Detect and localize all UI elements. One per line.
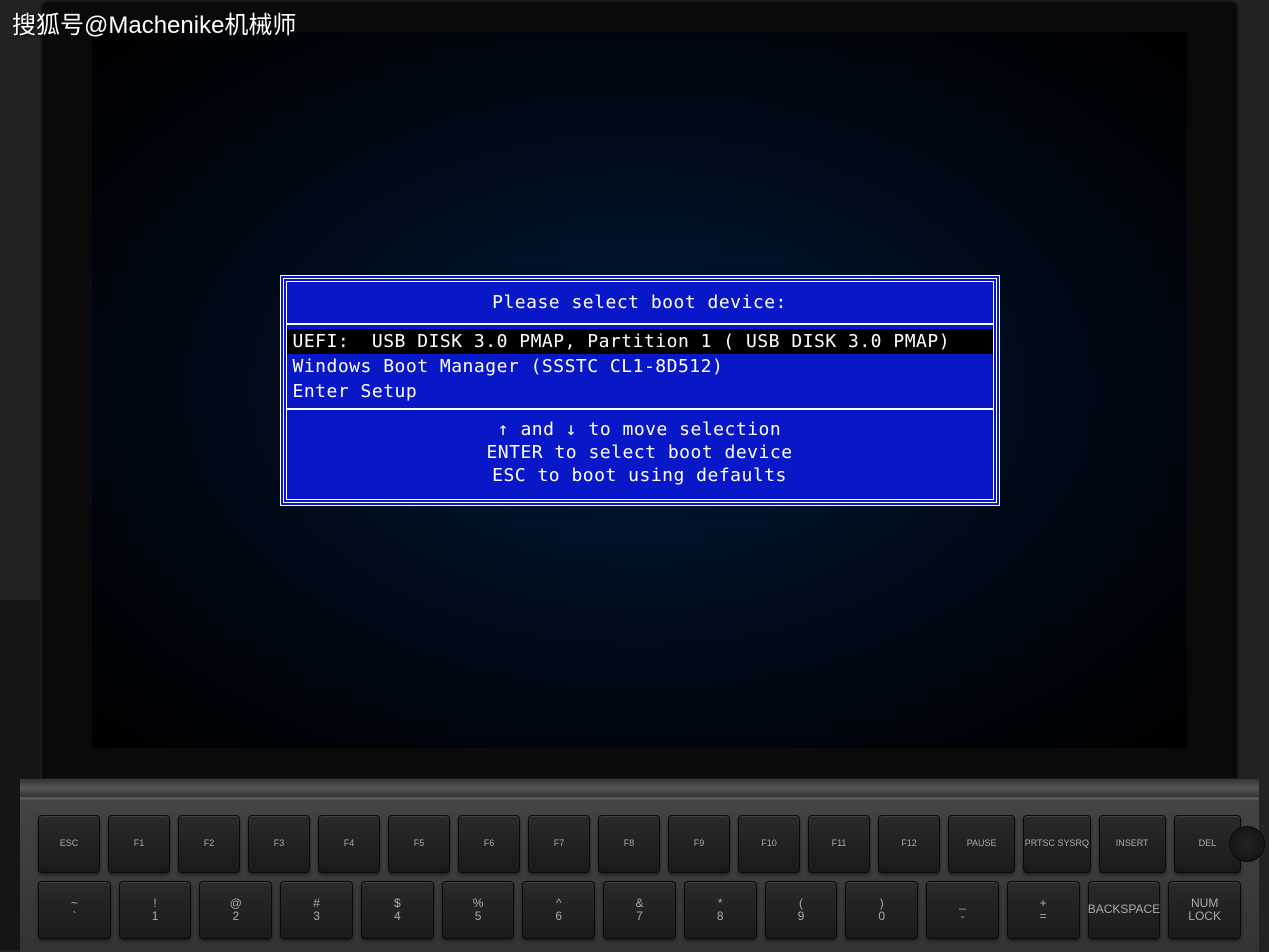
- key-8: *8: [684, 881, 757, 939]
- key-f5: F5: [388, 815, 450, 873]
- key-prtsc-sysrq: PRTSC SYSRQ: [1023, 815, 1090, 873]
- laptop-keyboard: ESCF1F2F3F4F5F6F7F8F9F10F11F12PAUSEPRTSC…: [20, 797, 1259, 952]
- key-3: #3: [280, 881, 353, 939]
- key-1: !1: [119, 881, 192, 939]
- key-f6: F6: [458, 815, 520, 873]
- laptop-screen: Please select boot device: UEFI: USB DIS…: [92, 32, 1187, 748]
- key-f7: F7: [528, 815, 590, 873]
- bios-title: Please select boot device:: [287, 282, 993, 325]
- key-`: ~`: [38, 881, 111, 939]
- instruction-enter: ENTER to select boot device: [287, 441, 993, 464]
- bios-options-list: UEFI: USB DISK 3.0 PMAP, Partition 1 ( U…: [287, 325, 993, 410]
- key-insert: INSERT: [1099, 815, 1166, 873]
- key-pause: PAUSE: [948, 815, 1015, 873]
- key-f1: F1: [108, 815, 170, 873]
- key-0: )0: [845, 881, 918, 939]
- key-f11: F11: [808, 815, 870, 873]
- key-4: $4: [361, 881, 434, 939]
- laptop-hinge: [20, 779, 1259, 797]
- bios-instructions: ↑ and ↓ to move selection ENTER to selec…: [287, 410, 993, 499]
- keyboard-number-row: ~`!1@2#3$4%5^6&7*8(9)0_-+=BACKSPACENUMLO…: [38, 881, 1241, 939]
- key-7: &7: [603, 881, 676, 939]
- watermark-text: 搜狐号@Machenike机械师: [12, 5, 296, 40]
- bios-boot-menu: Please select boot device: UEFI: USB DIS…: [280, 275, 1000, 506]
- key-=: +=: [1007, 881, 1080, 939]
- key-f8: F8: [598, 815, 660, 873]
- key-f9: F9: [668, 815, 730, 873]
- key--: _-: [926, 881, 999, 939]
- laptop-frame: Please select boot device: UEFI: USB DIS…: [40, 0, 1239, 780]
- key-f12: F12: [878, 815, 940, 873]
- key-6: ^6: [522, 881, 595, 939]
- boot-option-enter-setup[interactable]: Enter Setup: [287, 379, 993, 404]
- key-f4: F4: [318, 815, 380, 873]
- boot-option-uefi-usb[interactable]: UEFI: USB DISK 3.0 PMAP, Partition 1 ( U…: [287, 329, 993, 354]
- instruction-esc: ESC to boot using defaults: [287, 464, 993, 487]
- key-f10: F10: [738, 815, 800, 873]
- keyboard-function-row: ESCF1F2F3F4F5F6F7F8F9F10F11F12PAUSEPRTSC…: [38, 815, 1241, 873]
- key-backspace: BACKSPACE: [1088, 881, 1161, 939]
- key-5: %5: [442, 881, 515, 939]
- key-f3: F3: [248, 815, 310, 873]
- key-lock: NUMLOCK: [1168, 881, 1241, 939]
- boot-option-windows-boot-manager[interactable]: Windows Boot Manager (SSSTC CL1-8D512): [287, 354, 993, 379]
- key-esc: ESC: [38, 815, 100, 873]
- key-f2: F2: [178, 815, 240, 873]
- key-9: (9: [765, 881, 838, 939]
- fingerprint-sensor: [1229, 826, 1265, 862]
- key-2: @2: [199, 881, 272, 939]
- instruction-arrows: ↑ and ↓ to move selection: [287, 418, 993, 441]
